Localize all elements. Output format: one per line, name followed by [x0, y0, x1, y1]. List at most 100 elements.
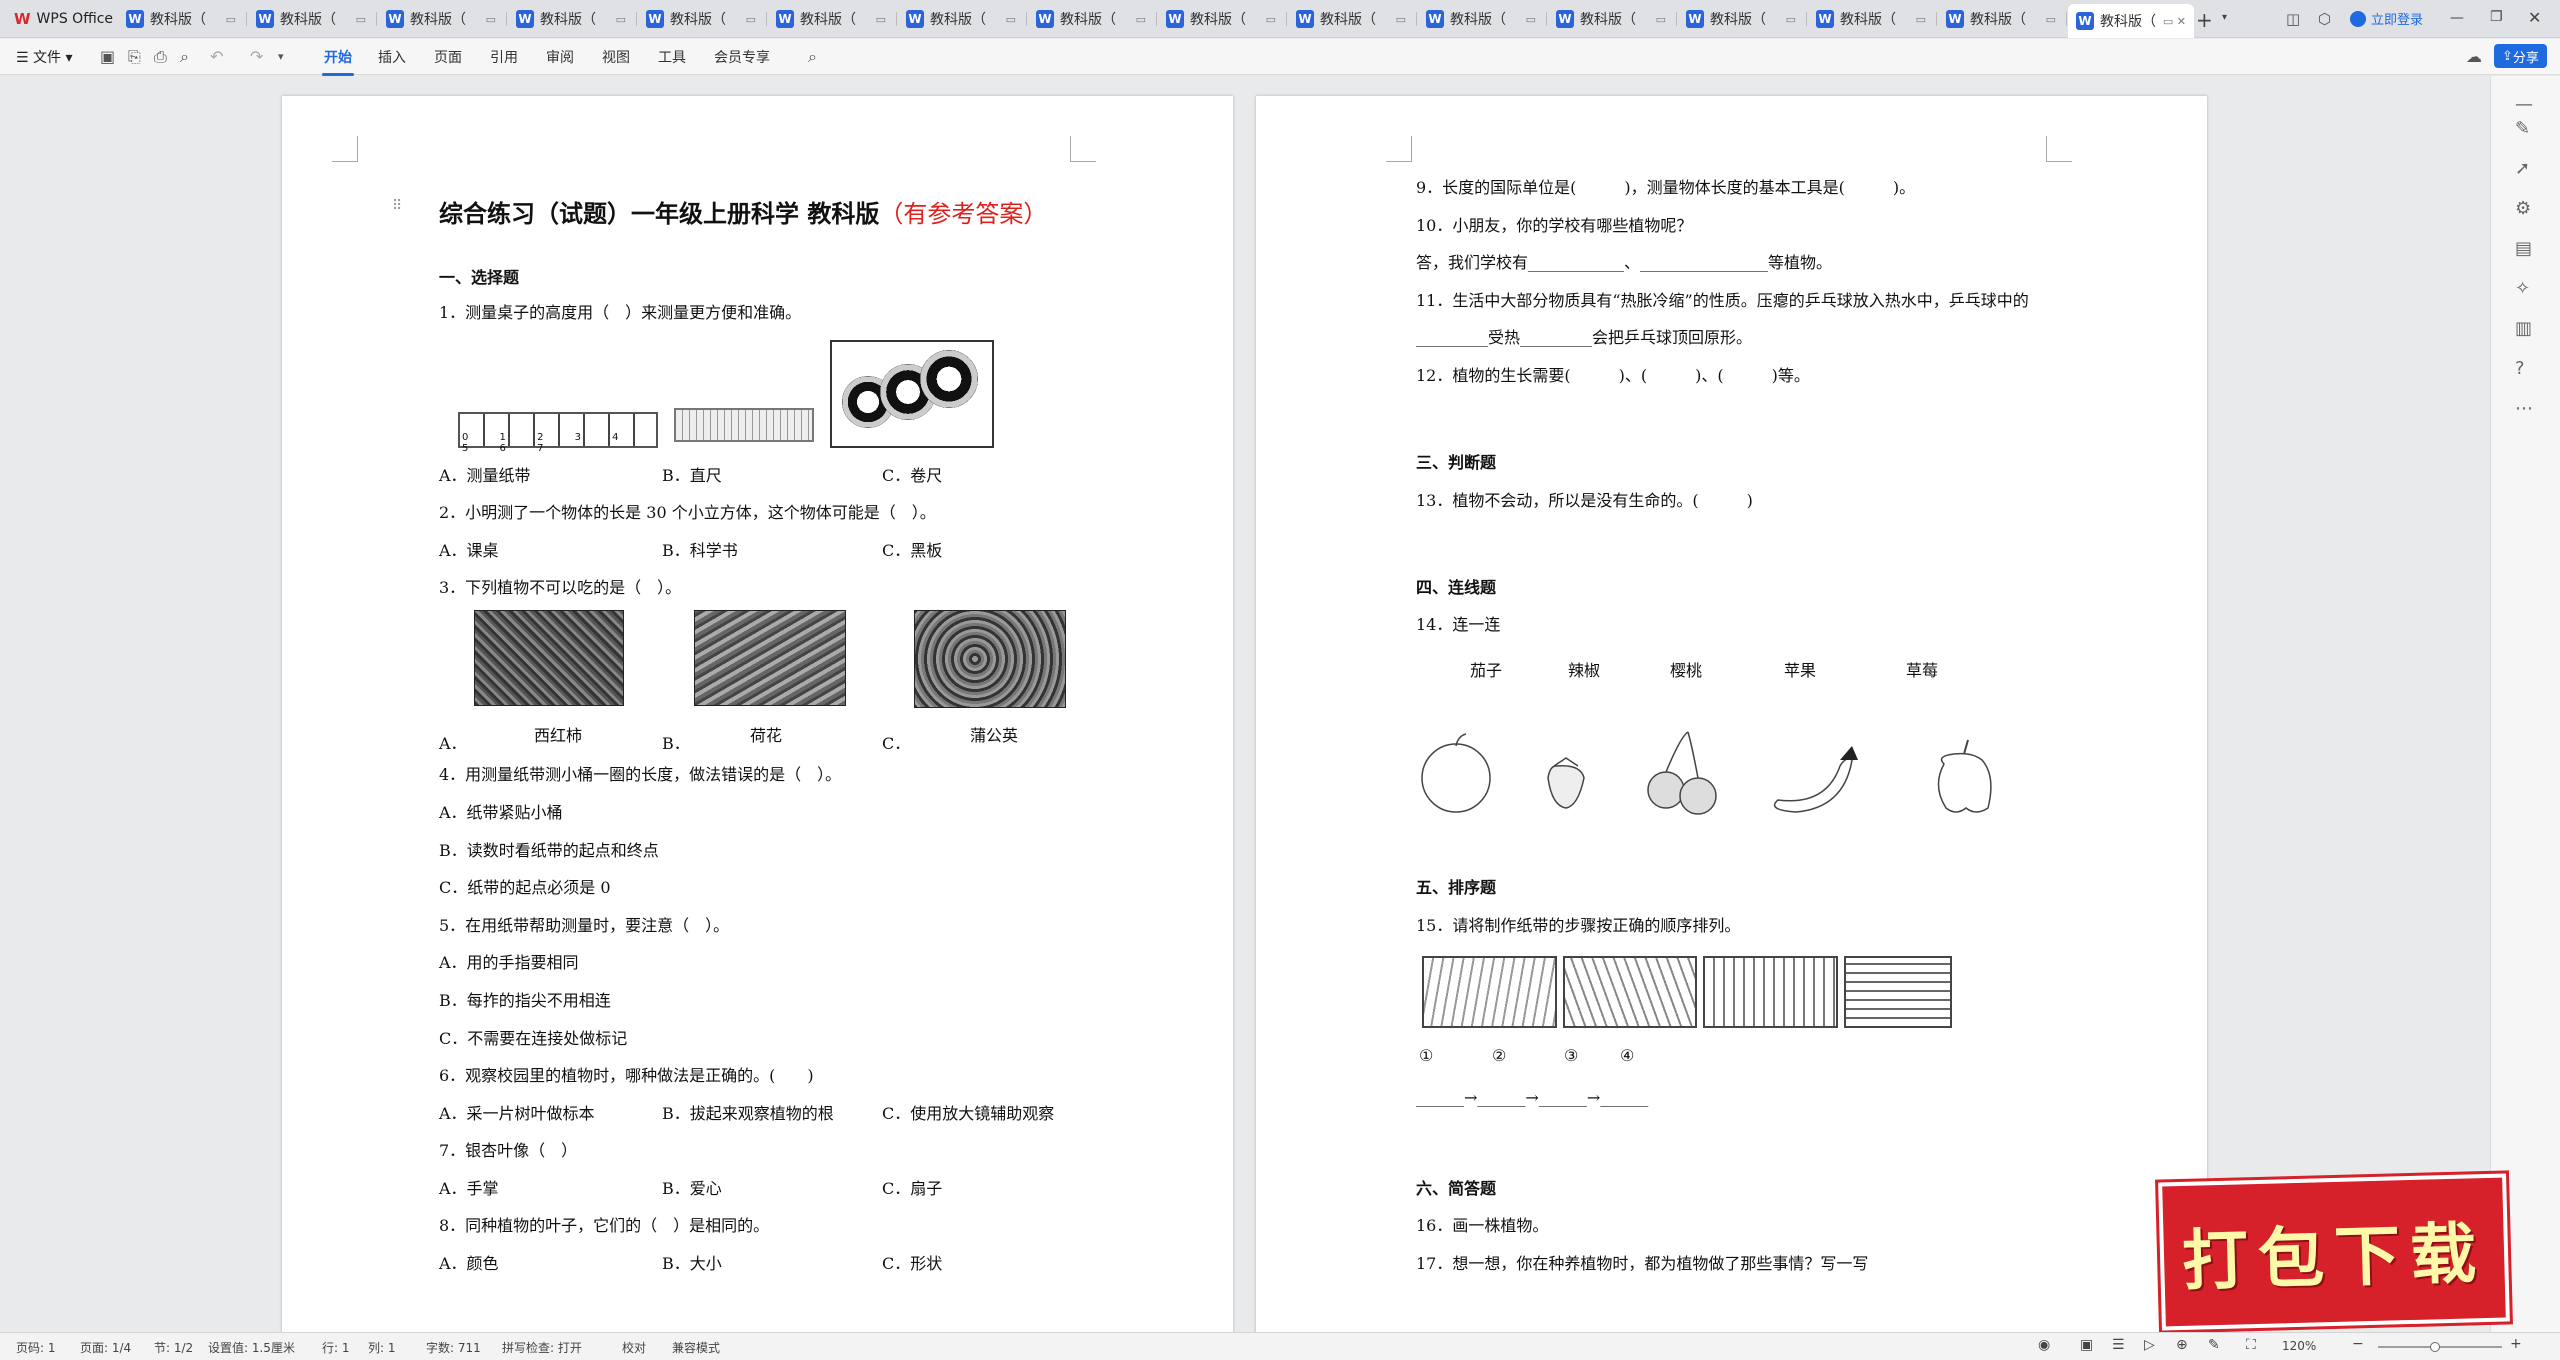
annotate-icon[interactable]: ✎ [2208, 1337, 2220, 1353]
more-chevron-icon[interactable]: ▾ [278, 50, 284, 63]
ribbon-tab[interactable]: 工具 [658, 47, 686, 67]
ribbon-tab[interactable]: 插入 [378, 47, 406, 67]
q6-option-a: A．采一片树叶做标本 [439, 1104, 595, 1123]
book-icon[interactable]: ▥ [2515, 318, 2532, 339]
search-icon[interactable]: ⌕ [808, 47, 817, 67]
ribbon-tab[interactable]: 会员专享 [714, 47, 770, 67]
monitor-icon[interactable]: ▭ [1136, 13, 1146, 26]
document-tab[interactable]: W 教科版（ ▭ ✕ [2068, 4, 2194, 38]
document-tab[interactable]: W 教科版（ ▭ [1288, 4, 1414, 34]
outline-view-icon[interactable]: ☰ [2112, 1337, 2125, 1353]
monitor-icon[interactable]: ▭ [486, 13, 496, 26]
monitor-icon[interactable]: ▭ [356, 13, 366, 26]
zoom-slider[interactable] [2378, 1342, 2502, 1352]
status-page-number[interactable]: 页码: 1 [16, 1339, 56, 1356]
cloud-sync-icon[interactable]: ☁ [2466, 47, 2482, 66]
play-icon[interactable]: ▷ [2144, 1337, 2155, 1353]
cube-icon[interactable]: ⬡ [2318, 10, 2331, 28]
export-icon[interactable]: ⎘ [128, 47, 141, 67]
save-icon[interactable]: ▣ [100, 47, 115, 66]
collapse-icon[interactable]: — [2515, 94, 2533, 115]
monitor-icon[interactable]: ▭ [876, 13, 886, 26]
q2-option-a: A．课桌 [439, 541, 499, 560]
print-preview-icon[interactable]: ⌕ [180, 47, 189, 67]
redo-icon[interactable]: ↷ [250, 47, 263, 66]
ribbon-tab[interactable]: 审阅 [546, 47, 574, 67]
monitor-icon[interactable]: ▭ [2046, 13, 2056, 26]
tab-separator [1936, 12, 1937, 26]
document-tab[interactable]: W 教科版（ ▭ [1678, 4, 1804, 34]
status-section[interactable]: 节: 1/2 [154, 1339, 193, 1356]
close-window-icon[interactable]: ✕ [2528, 8, 2541, 27]
status-pages[interactable]: 页面: 1/4 [80, 1339, 131, 1356]
settings-sliders-icon[interactable]: ⚙ [2515, 198, 2531, 219]
fit-page-icon[interactable]: ⛶ [2246, 1337, 2256, 1353]
monitor-icon[interactable]: ▭ [746, 13, 756, 26]
section-heading-short-answer: 六、简答题 [1416, 1179, 1497, 1198]
ribbon-tab[interactable]: 视图 [602, 47, 630, 67]
image-icon[interactable]: ▤ [2515, 238, 2532, 259]
monitor-icon[interactable]: ▭ [1916, 13, 1926, 26]
restore-icon[interactable]: ❐ [2490, 9, 2503, 25]
document-tab[interactable]: W 教科版（ ▭ [1938, 4, 2064, 34]
status-setting-value[interactable]: 设置值: 1.5厘米 [208, 1339, 295, 1356]
document-tab[interactable]: W 教科版（ ▭ [1158, 4, 1284, 34]
monitor-icon[interactable]: ▭ [226, 13, 236, 26]
document-tab[interactable]: W 教科版（ ▭ [768, 4, 894, 34]
wps-home-tab[interactable]: W WPS Office [6, 4, 121, 34]
status-proofread[interactable]: 校对 [622, 1339, 646, 1356]
close-tab-icon[interactable]: ▭ ✕ [2163, 15, 2186, 28]
monitor-icon[interactable]: ▭ [1526, 13, 1536, 26]
document-tab[interactable]: W 教科版（ ▭ [378, 4, 504, 34]
document-tab[interactable]: W 教科版（ ▭ [1418, 4, 1544, 34]
file-menu[interactable]: ☰ 文件 ▾ [16, 47, 73, 67]
zoom-level[interactable]: 120% [2282, 1339, 2316, 1353]
monitor-icon[interactable]: ▭ [1006, 13, 1016, 26]
sidebar-toggle-icon[interactable]: ◫ [2286, 10, 2300, 28]
eye-protection-icon[interactable]: ◉ [2038, 1337, 2050, 1353]
drag-handle-icon[interactable]: ⠿ [392, 198, 402, 214]
share-button[interactable]: ⇪ 分享 [2494, 44, 2547, 68]
monitor-icon[interactable]: ▭ [616, 13, 626, 26]
login-button[interactable]: 立即登录 [2350, 9, 2423, 28]
monitor-icon[interactable]: ▭ [1656, 13, 1666, 26]
new-tab-button[interactable]: + [2196, 8, 2213, 32]
document-tab[interactable]: W 教科版（ ▭ [118, 4, 244, 34]
document-title[interactable]: 综合练习（试题）一年级上册科学 教科版（有参考答案） [439, 194, 1047, 229]
document-tab[interactable]: W 教科版（ ▭ [1808, 4, 1934, 34]
status-row[interactable]: 行: 1 [322, 1339, 350, 1356]
monitor-icon[interactable]: ▭ [1396, 13, 1406, 26]
document-tab[interactable]: W 教科版（ ▭ [898, 4, 1024, 34]
document-tab[interactable]: W 教科版（ ▭ [508, 4, 634, 34]
undo-icon[interactable]: ↶ [210, 47, 223, 66]
download-package-banner[interactable]: 打包下载 [2158, 1173, 2510, 1331]
question-9: 9．长度的国际单位是( )，测量物体长度的基本工具是( )。 [1416, 178, 1916, 197]
monitor-icon[interactable]: ▭ [1266, 13, 1276, 26]
help-icon[interactable]: ? [2515, 358, 2525, 379]
zoom-out-icon[interactable]: − [2352, 1336, 2364, 1352]
zoom-in-icon[interactable]: + [2510, 1336, 2522, 1352]
document-tab[interactable]: W 教科版（ ▭ [248, 4, 374, 34]
status-column[interactable]: 列: 1 [368, 1339, 396, 1356]
status-word-count[interactable]: 字数: 711 [426, 1339, 481, 1356]
more-icon[interactable]: ⋯ [2515, 398, 2533, 419]
minimize-icon[interactable]: — [2450, 10, 2464, 26]
ribbon-tab[interactable]: 页面 [434, 47, 462, 67]
print-icon[interactable]: ⎙ [154, 47, 167, 67]
select-icon[interactable]: ➚ [2515, 158, 2530, 179]
monitor-icon[interactable]: ▭ [1786, 13, 1796, 26]
web-view-icon[interactable]: ⊕ [2176, 1337, 2188, 1353]
ribbon-tab[interactable]: 开始 [322, 47, 354, 76]
pen-icon[interactable]: ✎ [2515, 118, 2530, 139]
q2-option-b: B．科学书 [662, 541, 738, 560]
document-tab[interactable]: W 教科版（ ▭ [1548, 4, 1674, 34]
zoom-slider-handle[interactable] [2430, 1342, 2440, 1352]
question-6: 6．观察校园里的植物时，哪种做法是正确的。( ) [439, 1066, 814, 1085]
document-tab[interactable]: W 教科版（ ▭ [1028, 4, 1154, 34]
magic-icon[interactable]: ✧ [2515, 278, 2530, 299]
status-spell-check[interactable]: 拼写检查: 打开 [502, 1339, 582, 1356]
document-tab[interactable]: W 教科版（ ▭ [638, 4, 764, 34]
ribbon-tab[interactable]: 引用 [490, 47, 518, 67]
tab-list-chevron-icon[interactable]: ▾ [2222, 12, 2227, 23]
page-view-icon[interactable]: ▣ [2080, 1337, 2093, 1353]
